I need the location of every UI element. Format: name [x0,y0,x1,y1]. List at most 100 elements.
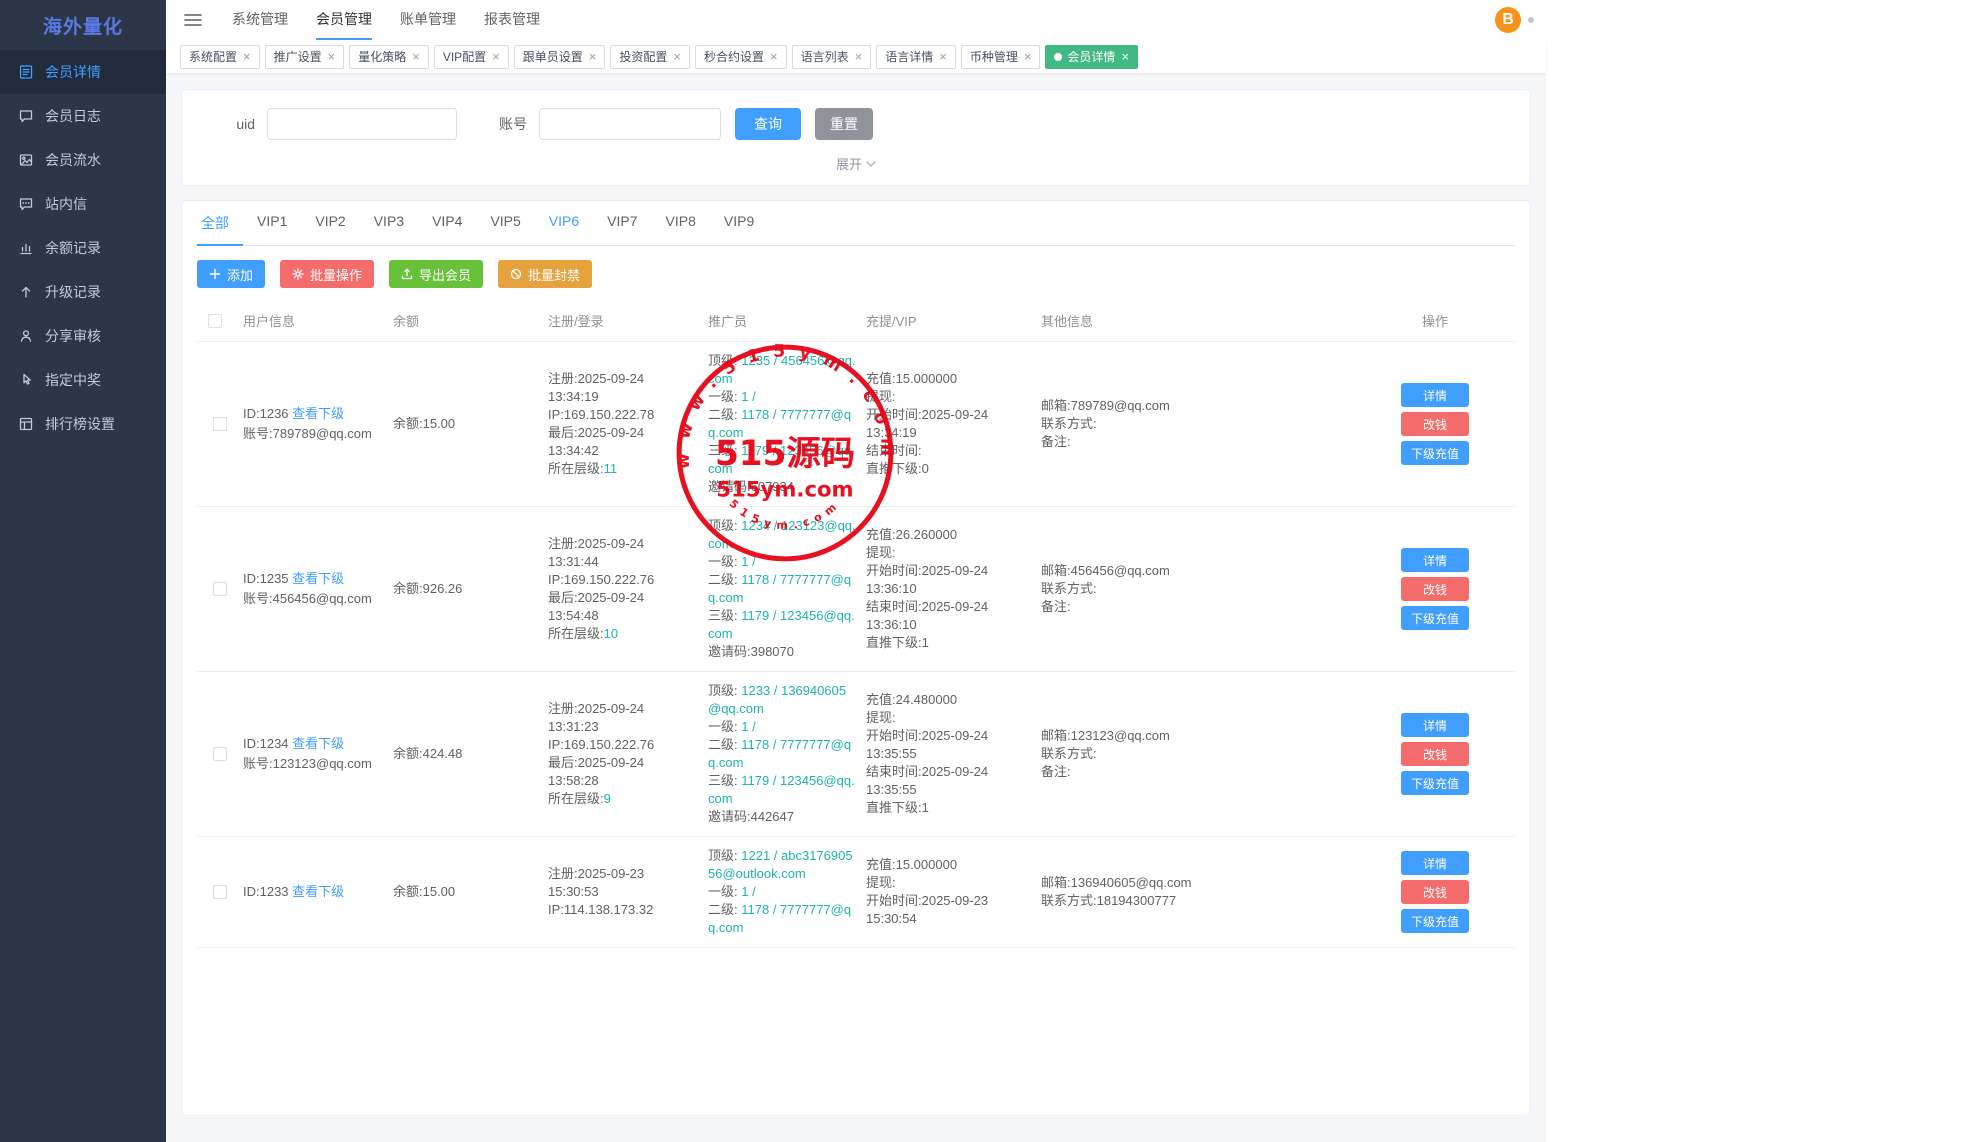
sidebar-item-ranking-settings[interactable]: 排行榜设置 [0,402,166,446]
tag-language-list[interactable]: 语言列表× [792,45,872,69]
view-subordinates-link[interactable]: 查看下级 [292,884,344,899]
tag-vip-config[interactable]: VIP配置× [434,45,509,69]
sidebar-item-upgrade-record[interactable]: 升级记录 [0,270,166,314]
topnav-member-management[interactable]: 会员管理 [316,0,372,40]
actions-cell: 详情 改钱 下级充值 [1365,538,1515,640]
edit-money-button[interactable]: 改钱 [1401,577,1469,601]
tag-member-detail[interactable]: 会员详情× [1045,45,1138,69]
subordinate-recharge-button[interactable]: 下级充值 [1401,606,1469,630]
recharge-vip-cell: 充值:15.000000 提现: 开始时间:2025-09-24 13:34:1… [866,360,1041,488]
close-icon[interactable]: × [492,50,500,63]
vip-tab-vip5[interactable]: VIP5 [476,201,534,246]
upgrade-record-icon [18,284,34,300]
promoter-link[interactable]: 1 / [741,554,755,569]
subordinate-recharge-button[interactable]: 下级充值 [1401,441,1469,465]
vip-tab-vip7[interactable]: VIP7 [593,201,651,246]
topnav-report-management[interactable]: 报表管理 [484,0,540,40]
edit-money-button[interactable]: 改钱 [1401,742,1469,766]
row-checkbox[interactable] [213,417,227,431]
layer-link[interactable]: 9 [604,791,611,806]
tag-follower-settings[interactable]: 跟单员设置× [514,45,606,69]
add-button[interactable]: 添加 [197,260,265,288]
row-checkbox[interactable] [213,747,227,761]
batch-operation-button[interactable]: 批量操作 [280,260,374,288]
close-icon[interactable]: × [939,50,947,63]
sidebar-item-site-message[interactable]: 站内信 [0,182,166,226]
account-label: 账号 [499,114,527,134]
sidebar-item-label: 会员流水 [45,150,101,170]
ban-icon [510,268,522,280]
sidebar-item-balance-record[interactable]: 余额记录 [0,226,166,270]
query-button[interactable]: 查询 [735,108,801,140]
edit-money-button[interactable]: 改钱 [1401,880,1469,904]
vip-tab-all[interactable]: 全部 [197,201,243,246]
row-checkbox[interactable] [213,885,227,899]
account-input[interactable] [539,108,721,140]
promoter-line: 一级: 1 / [708,553,856,571]
detail-button[interactable]: 详情 [1401,851,1469,875]
tag-bar: 系统配置× 推广设置× 量化策略× VIP配置× 跟单员设置× 投资配置× 秒合… [166,40,1546,74]
subordinate-recharge-button[interactable]: 下级充值 [1401,771,1469,795]
close-icon[interactable]: × [589,50,597,63]
tag-promotion-settings[interactable]: 推广设置× [265,45,345,69]
detail-button[interactable]: 详情 [1401,548,1469,572]
tag-seconds-contract-settings[interactable]: 秒合约设置× [695,45,787,69]
batch-ban-button[interactable]: 批量封禁 [498,260,592,288]
expand-toggle[interactable]: 展开 [836,154,876,173]
vip-tab-vip3[interactable]: VIP3 [360,201,418,246]
detail-button[interactable]: 详情 [1401,713,1469,737]
sidebar-item-lucky-draw[interactable]: 指定中奖 [0,358,166,402]
close-icon[interactable]: × [770,50,778,63]
column-header: 操作 [1365,300,1515,341]
avatar[interactable] [1528,17,1534,23]
view-subordinates-link[interactable]: 查看下级 [292,406,344,421]
vip-tab-vip4[interactable]: VIP4 [418,201,476,246]
close-icon[interactable]: × [1024,50,1032,63]
vip-tab-vip8[interactable]: VIP8 [652,201,710,246]
promoter-link[interactable]: 1 / [741,389,755,404]
layer-link[interactable]: 10 [604,626,618,641]
uid-input[interactable] [267,108,457,140]
tag-language-detail[interactable]: 语言详情× [876,45,956,69]
edit-money-button[interactable]: 改钱 [1401,412,1469,436]
close-icon[interactable]: × [1121,50,1129,63]
tag-system-config[interactable]: 系统配置× [180,45,260,69]
export-icon [401,268,413,280]
vip-tab-vip1[interactable]: VIP1 [243,201,301,246]
hamburger-icon[interactable] [184,13,202,27]
close-icon[interactable]: × [673,50,681,63]
chevron-down-icon [866,161,876,167]
select-all-checkbox[interactable] [208,314,222,328]
vip-tab-vip2[interactable]: VIP2 [301,201,359,246]
view-subordinates-link[interactable]: 查看下级 [292,736,344,751]
tag-quant-strategy[interactable]: 量化策略× [349,45,429,69]
topnav-billing-management[interactable]: 账单管理 [400,0,456,40]
close-icon[interactable]: × [243,50,251,63]
sidebar-item-member-detail[interactable]: 会员详情 [0,50,166,94]
close-icon[interactable]: × [855,50,863,63]
detail-button[interactable]: 详情 [1401,383,1469,407]
recharge-vip-cell: 充值:26.260000 提现: 开始时间:2025-09-24 13:36:1… [866,516,1041,662]
sidebar-item-member-log[interactable]: 会员日志 [0,94,166,138]
sidebar-item-share-audit[interactable]: 分享审核 [0,314,166,358]
subordinate-recharge-button[interactable]: 下级充值 [1401,909,1469,933]
row-checkbox[interactable] [213,582,227,596]
view-subordinates-link[interactable]: 查看下级 [292,571,344,586]
export-members-button[interactable]: 导出会员 [389,260,483,288]
close-icon[interactable]: × [412,50,420,63]
reset-button[interactable]: 重置 [815,108,873,140]
bitcoin-icon[interactable]: B [1495,7,1521,33]
tag-currency-management[interactable]: 币种管理× [961,45,1041,69]
actions-cell: 详情 改钱 下级充值 [1365,703,1515,805]
vip-tab-vip9[interactable]: VIP9 [710,201,768,246]
close-icon[interactable]: × [328,50,336,63]
topbar-right: B [1495,7,1534,33]
promoter-link[interactable]: 1 / [741,884,755,899]
tag-investment-config[interactable]: 投资配置× [610,45,690,69]
topnav-system-management[interactable]: 系统管理 [232,0,288,40]
sidebar-item-member-flow[interactable]: 会员流水 [0,138,166,182]
layer-link[interactable]: 11 [604,461,618,476]
promoter-link[interactable]: 1 / [741,719,755,734]
site-message-icon [18,196,34,212]
vip-tab-vip6[interactable]: VIP6 [535,201,593,246]
